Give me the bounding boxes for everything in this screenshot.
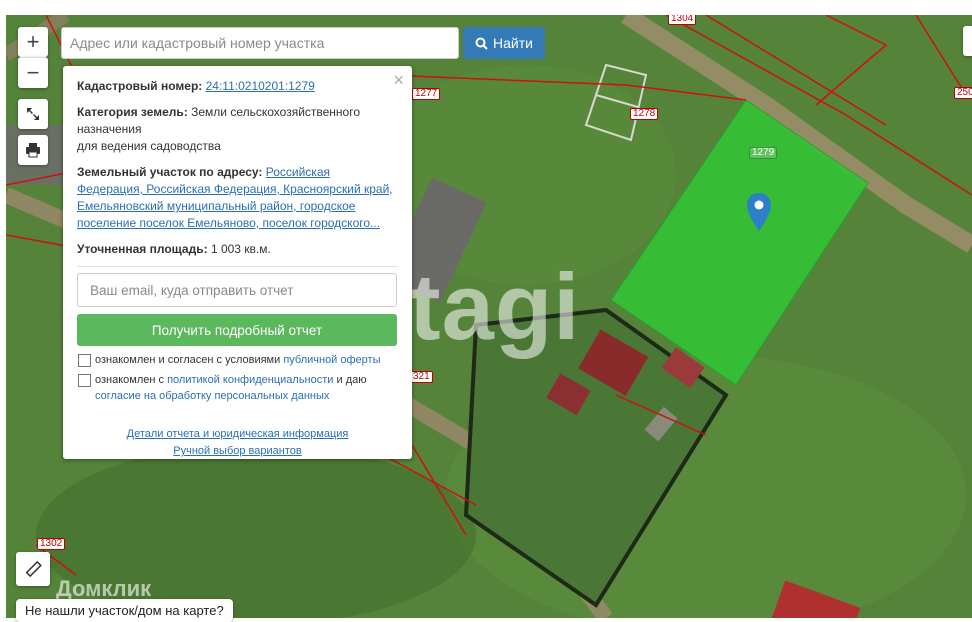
search-input[interactable] [61,27,459,59]
missing-parcel-button[interactable]: Не нашли участок/дом на карте? [16,599,233,622]
search-button-label: Найти [493,35,533,51]
cadastral-number-link[interactable]: 24:11:0210201:1279 [206,79,315,93]
privacy-policy-link[interactable]: политикой конфиденциальности [167,374,333,386]
zoom-in-button[interactable]: + [18,27,48,57]
category-label: Категория земель: [77,105,188,119]
fullscreen-button[interactable] [18,99,48,129]
category-extra: для ведения садоводства [77,139,221,153]
public-offer-link[interactable]: публичной оферты [283,354,380,366]
cadastral-label: Кадастровый номер: [77,79,203,93]
email-field[interactable] [77,273,397,307]
area-value: 1 003 кв.м. [210,242,271,256]
parcel-label-1302: 1302 [37,538,66,550]
manual-selection-link[interactable]: Ручной выбор вариантов [173,445,301,457]
parcel-label-1304: 1304 [668,15,697,25]
parcel-label-321: 321 [410,371,433,383]
expand-icon [27,108,39,120]
ruler-button[interactable] [16,552,50,586]
consent2-text: ознакомлен с [95,374,168,386]
consent1-text: ознакомлен и согласен с условиями [95,354,284,366]
search-icon [475,37,488,50]
zoom-out-button[interactable]: − [18,57,48,88]
parcel-label-1278: 1278 [630,108,659,120]
map-pin-icon[interactable] [747,193,771,231]
area-label: Уточненная площадь: [77,242,208,256]
printer-icon [26,143,40,158]
get-report-button[interactable]: Получить подробный отчет [77,314,397,346]
close-icon[interactable]: × [393,70,404,91]
consent2-mid: и даю [333,374,367,386]
divider [77,266,398,267]
address-label: Земельный участок по адресу: [77,165,263,179]
print-button[interactable] [18,135,48,165]
parcel-label-1277: 1277 [412,88,441,100]
report-details-link[interactable]: Детали отчета и юридическая информация [127,428,349,440]
parcel-label-1279: 1279 [749,147,778,159]
offer-consent-checkbox[interactable] [78,354,91,367]
privacy-consent-checkbox[interactable] [78,374,91,387]
personal-data-consent-link[interactable]: согласие на обработку персональных данны… [95,390,329,402]
ruler-icon [25,560,42,578]
parcel-info-popup: × Кадастровый номер: 24:11:0210201:1279 … [63,66,412,459]
map-layer-button[interactable] [963,26,972,56]
parcel-label-250: 250 [954,87,972,99]
search-button[interactable]: Найти [463,27,545,59]
